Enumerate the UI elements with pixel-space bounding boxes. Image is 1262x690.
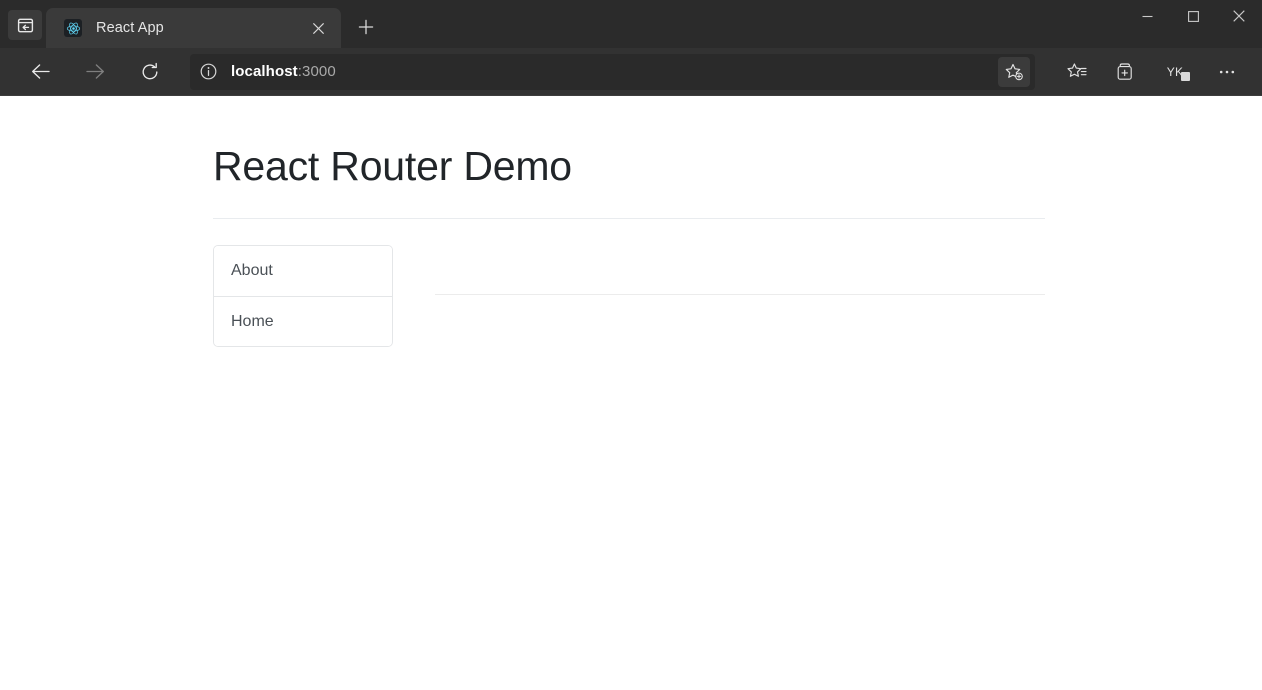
page-title: React Router Demo bbox=[213, 143, 572, 189]
collections-glyph bbox=[1117, 62, 1132, 80]
address-bar[interactable]: localhost:3000 bbox=[190, 53, 1035, 90]
browser-tab[interactable]: React App bbox=[46, 8, 341, 48]
collections-icon[interactable] bbox=[1106, 54, 1144, 90]
browser-toolbar: localhost:3000 YK bbox=[0, 48, 1262, 96]
nav-list-group: About Home bbox=[213, 245, 393, 348]
tab-title: React App bbox=[96, 20, 164, 36]
react-logo-icon bbox=[64, 19, 82, 37]
route-content bbox=[435, 245, 1045, 255]
content-column bbox=[435, 245, 1045, 347]
forward-icon[interactable] bbox=[77, 54, 113, 90]
close-icon[interactable] bbox=[305, 15, 331, 41]
plus-glyph bbox=[358, 19, 374, 35]
page-viewport: React Router Demo About Home bbox=[0, 96, 1262, 690]
back-glyph bbox=[31, 64, 50, 79]
content-row: About Home bbox=[213, 245, 1262, 348]
minimize-icon[interactable] bbox=[1124, 0, 1170, 32]
favorites-icon[interactable] bbox=[1058, 54, 1096, 90]
more-options-icon[interactable] bbox=[1208, 54, 1246, 90]
minimize-glyph bbox=[1142, 15, 1152, 17]
profile-badge-icon bbox=[1181, 71, 1190, 81]
header-divider bbox=[213, 218, 1045, 220]
add-favorite-glyph bbox=[1005, 63, 1023, 80]
tab-actions-glyph bbox=[17, 18, 33, 32]
tab-actions-icon[interactable] bbox=[8, 10, 42, 40]
url-path: :3000 bbox=[297, 63, 336, 80]
list-item-about[interactable]: About bbox=[214, 246, 392, 297]
nav-column: About Home bbox=[213, 245, 393, 348]
close-glyph bbox=[312, 22, 324, 34]
react-logo-glyph bbox=[66, 22, 80, 34]
add-favorite-icon[interactable] bbox=[998, 56, 1030, 87]
refresh-icon[interactable] bbox=[132, 54, 168, 90]
window-close-icon[interactable] bbox=[1216, 0, 1262, 32]
plus-icon[interactable] bbox=[349, 10, 383, 44]
tab-strip: React App bbox=[0, 0, 1262, 48]
maximize-icon[interactable] bbox=[1170, 0, 1216, 32]
info-icon[interactable] bbox=[190, 56, 226, 88]
url-host: localhost bbox=[231, 63, 298, 80]
browser-window: React App localhost:3000 YK React Router… bbox=[0, 0, 1262, 690]
favorites-glyph bbox=[1067, 62, 1087, 77]
maximize-glyph bbox=[1187, 10, 1199, 22]
profile-avatar[interactable]: YK bbox=[1156, 54, 1194, 90]
list-item-home[interactable]: Home bbox=[214, 296, 392, 347]
page-container: React Router Demo About Home bbox=[0, 96, 1262, 348]
forward-glyph bbox=[85, 64, 104, 79]
address-bar-url[interactable]: localhost:3000 bbox=[226, 63, 998, 80]
refresh-glyph bbox=[142, 62, 158, 79]
more-options-glyph bbox=[1219, 70, 1235, 73]
info-glyph bbox=[200, 63, 216, 80]
content-divider bbox=[435, 294, 1045, 296]
back-icon[interactable] bbox=[22, 54, 58, 90]
window-controls bbox=[1124, 0, 1262, 48]
window-close-glyph bbox=[1233, 10, 1245, 22]
